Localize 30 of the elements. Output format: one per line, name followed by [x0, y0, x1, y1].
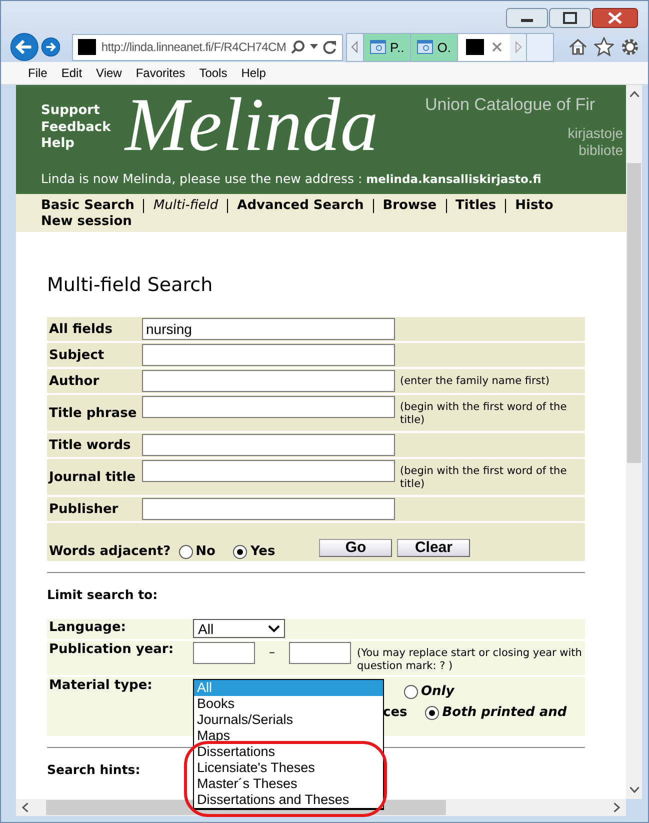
- logo: Melinda: [125, 85, 380, 169]
- field-label: Author: [48, 374, 100, 388]
- radio-label: No: [196, 544, 216, 559]
- field-label: Title phrase: [48, 406, 138, 420]
- hint-text: (You may replace start or closing year with question mark: ? ): [357, 646, 583, 673]
- field-label: Journal title: [47, 470, 137, 484]
- radio-label: Yes: [250, 544, 276, 559]
- field-label: Publication year:: [48, 641, 175, 659]
- radio-label: ces: [383, 705, 408, 720]
- field-label: All fields: [48, 322, 114, 336]
- url-text: http://linda.linneanet.fi/F/R4CH74CM: [101, 40, 286, 54]
- radio-label: Only: [421, 684, 454, 699]
- subtitle: bibliote: [578, 142, 623, 159]
- field-label: Language:: [48, 619, 127, 637]
- page-title: Multi-field Search: [47, 273, 214, 298]
- tagline: Union Catalogue of Fir: [425, 95, 596, 115]
- field-label: Words adjacent?: [48, 544, 171, 559]
- hint-text: (begin with the first word of the title): [400, 400, 568, 427]
- hint-text: (enter the family name first): [400, 374, 550, 388]
- radio-label: Both printed and: [442, 705, 567, 720]
- field-label: Title words: [48, 438, 132, 452]
- notice-text: Linda is now Melinda, please use the new address : melinda.kansalliskirjasto.fi: [40, 171, 542, 186]
- hint-text: (begin with the first word of the title): [400, 464, 568, 491]
- dash-text: –: [269, 646, 275, 659]
- field-label: Subject: [48, 348, 106, 362]
- field-label: Publisher: [48, 502, 120, 516]
- section-heading: Limit search to:: [47, 587, 158, 602]
- field-label: Material type:: [48, 677, 154, 695]
- section-heading: Search hints:: [47, 762, 140, 777]
- subtitle: kirjastoje: [568, 125, 623, 142]
